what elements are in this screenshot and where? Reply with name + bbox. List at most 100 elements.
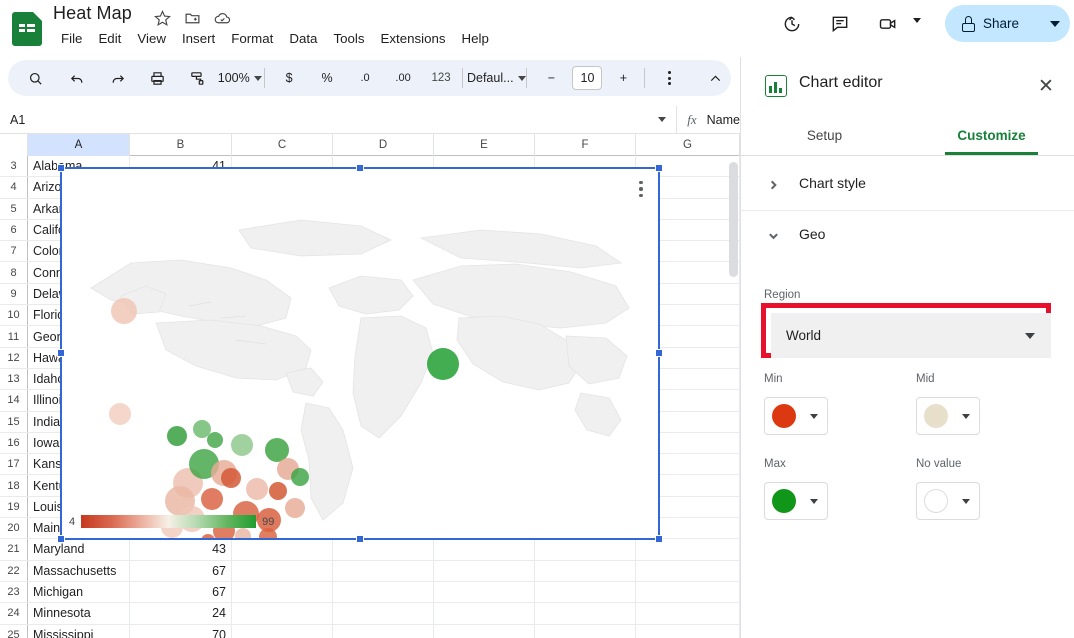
menu-help[interactable]: Help [454, 28, 497, 50]
menu-view[interactable]: View [129, 28, 174, 50]
row-header[interactable]: 24 [0, 603, 28, 624]
formula-input[interactable]: Name [707, 113, 740, 127]
row-header[interactable]: 23 [0, 581, 28, 603]
grid-cell[interactable] [535, 624, 636, 638]
grid-cell[interactable] [434, 539, 535, 560]
decrease-decimal-button[interactable]: .0 [350, 63, 380, 93]
grid-cell[interactable] [535, 539, 636, 560]
more-formats-button[interactable]: 123 [426, 63, 456, 93]
geo-data-bubble[interactable] [221, 468, 241, 488]
undo-icon[interactable] [62, 63, 92, 93]
column-header-d[interactable]: D [333, 134, 434, 156]
comment-icon[interactable] [826, 10, 854, 38]
section-chart-style[interactable]: Chart style [741, 156, 1074, 211]
row-header[interactable]: 7 [0, 241, 28, 262]
chart-handle-bc[interactable] [356, 535, 364, 543]
row-header[interactable]: 12 [0, 347, 28, 368]
grid-cell[interactable] [333, 624, 434, 638]
decrease-font-size-button[interactable]: − [536, 63, 566, 93]
column-header-e[interactable]: E [434, 134, 535, 156]
row-header[interactable]: 9 [0, 283, 28, 305]
row-header[interactable]: 11 [0, 326, 28, 347]
grid-cell[interactable]: Michigan [28, 581, 130, 603]
geo-data-bubble[interactable] [246, 478, 268, 500]
geo-data-bubble[interactable] [427, 348, 459, 380]
max-color-picker[interactable] [764, 482, 828, 520]
grid-cell[interactable] [434, 603, 535, 624]
grid-cell[interactable] [434, 560, 535, 581]
row-header[interactable]: 20 [0, 518, 28, 539]
grid-cell[interactable] [636, 581, 740, 603]
geo-data-bubble[interactable] [109, 403, 131, 425]
menu-extensions[interactable]: Extensions [372, 28, 453, 50]
grid-cell[interactable] [535, 581, 636, 603]
geo-data-bubble[interactable] [285, 498, 305, 518]
section-geo[interactable]: Geo [741, 211, 1074, 256]
cloud-saved-icon[interactable] [212, 8, 232, 28]
grid-cell[interactable] [333, 539, 434, 560]
geo-data-bubble[interactable] [111, 298, 137, 324]
novalue-color-picker[interactable] [916, 482, 980, 520]
name-box-chevron-icon[interactable] [658, 117, 667, 122]
google-sheets-logo[interactable] [12, 12, 42, 46]
zoom-selector[interactable]: 100% [218, 63, 262, 93]
grid-cell[interactable] [232, 603, 333, 624]
grid-cell[interactable] [636, 624, 740, 638]
row-header[interactable]: 3 [0, 156, 28, 177]
menu-file[interactable]: File [53, 28, 90, 50]
grid-cell[interactable]: Massachusetts [28, 560, 130, 581]
menu-tools[interactable]: Tools [325, 28, 372, 50]
grid-cell[interactable] [434, 624, 535, 638]
print-icon[interactable] [142, 63, 172, 93]
grid-cell[interactable]: Mississippi [28, 624, 130, 638]
chart-handle-tr[interactable] [655, 164, 663, 172]
version-history-icon[interactable] [778, 10, 806, 38]
document-title[interactable]: Heat Map [53, 3, 132, 24]
grid-cell[interactable]: Maryland [28, 539, 130, 560]
chart-more-options-icon[interactable] [631, 176, 651, 202]
row-header[interactable]: 21 [0, 539, 28, 560]
grid-cell[interactable] [333, 581, 434, 603]
grid-cell[interactable] [333, 560, 434, 581]
redo-icon[interactable] [102, 63, 132, 93]
row-header[interactable]: 25 [0, 624, 28, 638]
grid-cell[interactable] [636, 539, 740, 560]
menu-insert[interactable]: Insert [174, 28, 223, 50]
row-header[interactable]: 6 [0, 219, 28, 241]
grid-cell[interactable]: 24 [130, 603, 232, 624]
geo-chart-object[interactable]: 4 99 [60, 167, 660, 539]
row-header[interactable]: 5 [0, 198, 28, 219]
column-header-g[interactable]: G [636, 134, 740, 156]
collapse-toolbar-icon[interactable] [701, 63, 731, 93]
close-icon[interactable]: ✕ [1033, 73, 1059, 99]
min-color-picker[interactable] [764, 397, 828, 435]
percent-format-button[interactable]: % [312, 63, 342, 93]
increase-decimal-button[interactable]: .00 [388, 63, 418, 93]
row-header[interactable]: 17 [0, 454, 28, 475]
grid-cell[interactable] [232, 539, 333, 560]
row-header[interactable]: 14 [0, 390, 28, 411]
grid-cell[interactable] [636, 560, 740, 581]
geo-data-bubble[interactable] [235, 528, 251, 538]
search-icon[interactable] [20, 63, 50, 93]
grid-cell[interactable] [535, 603, 636, 624]
column-header-a[interactable]: A [28, 134, 130, 156]
geo-data-bubble[interactable] [231, 434, 253, 456]
share-dropdown-button[interactable] [1040, 5, 1070, 42]
paint-format-icon[interactable] [182, 63, 212, 93]
geo-data-bubble[interactable] [207, 432, 223, 448]
chart-handle-tc[interactable] [356, 164, 364, 172]
column-header-b[interactable]: B [130, 134, 232, 156]
vertical-scrollbar[interactable] [729, 162, 738, 277]
row-header[interactable]: 15 [0, 411, 28, 432]
geo-data-bubble[interactable] [167, 426, 187, 446]
tab-setup[interactable]: Setup [741, 115, 908, 155]
name-box[interactable]: A1 [0, 113, 92, 127]
increase-font-size-button[interactable]: + [608, 63, 638, 93]
font-size-input[interactable]: 10 [572, 66, 603, 90]
row-header[interactable]: 8 [0, 262, 28, 283]
menu-data[interactable]: Data [281, 28, 325, 50]
move-to-folder-icon[interactable] [182, 8, 202, 28]
grid-cell[interactable]: 70 [130, 624, 232, 638]
column-header-f[interactable]: F [535, 134, 636, 156]
